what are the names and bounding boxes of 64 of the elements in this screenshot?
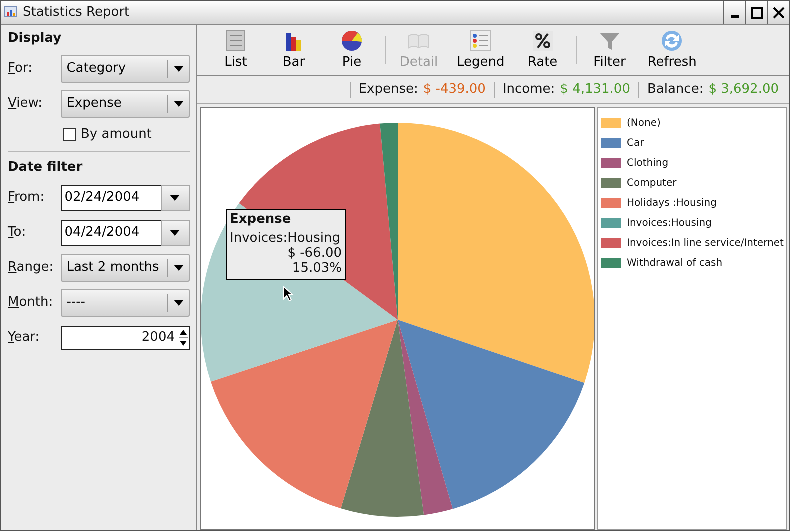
toolbar-button[interactable]: Legend bbox=[448, 28, 514, 72]
legend-label: Clothing bbox=[627, 158, 669, 168]
spin-arrows-icon bbox=[179, 328, 188, 348]
summary-value: $ 3,692.00 bbox=[708, 82, 779, 97]
minimize-icon bbox=[730, 14, 738, 18]
toolbar-button[interactable]: Refresh bbox=[638, 28, 706, 72]
filter-icon bbox=[598, 30, 621, 52]
summary-label: Expense: bbox=[358, 82, 418, 97]
summary-value: $ 4,131.00 bbox=[560, 82, 630, 97]
section-title: Display bbox=[8, 30, 63, 48]
summary-label: Income: bbox=[502, 82, 556, 97]
pie-chart-icon bbox=[341, 30, 363, 52]
window-title: Statistics Report bbox=[23, 5, 131, 20]
toolbar-button[interactable]: Filter bbox=[580, 28, 639, 72]
legend-label: Holidays :Housing bbox=[627, 198, 717, 208]
legend-label: Invoices:In line service/Internet bbox=[627, 238, 784, 248]
tooltip-amount: $ -66.00 bbox=[286, 246, 342, 261]
summary-label: Balance: bbox=[647, 82, 704, 97]
toolbar-button[interactable]: List bbox=[207, 28, 265, 72]
field-label: To: bbox=[8, 225, 28, 240]
field-label: Year: bbox=[8, 330, 41, 345]
tooltip-category: Invoices:Housing bbox=[230, 231, 342, 246]
dropdown-arrow-icon bbox=[174, 300, 184, 306]
summary-value: $ -439.00 bbox=[423, 82, 486, 97]
field-label: Month: bbox=[8, 295, 54, 310]
legend-label: Invoices:Housing bbox=[627, 218, 712, 228]
legend-label: Car bbox=[627, 138, 644, 148]
maximize-icon bbox=[750, 6, 762, 18]
date-field[interactable]: 02/24/2004 bbox=[60, 184, 161, 210]
field-label: For: bbox=[8, 61, 34, 76]
checkbox-label: By amount bbox=[81, 126, 152, 142]
for-dropdown[interactable]: Category bbox=[60, 54, 190, 82]
checkbox[interactable] bbox=[63, 128, 76, 140]
field-label: From: bbox=[8, 190, 46, 205]
list-icon bbox=[225, 30, 247, 52]
date-field[interactable]: 04/24/2004 bbox=[60, 220, 161, 246]
toolbar-button[interactable]: Bar bbox=[265, 28, 323, 72]
range-dropdown[interactable]: Last 2 months bbox=[60, 254, 190, 282]
percent-icon bbox=[532, 30, 554, 52]
calendar-dropdown-button[interactable] bbox=[160, 220, 190, 246]
chart-icon bbox=[4, 4, 20, 20]
field-label: Range: bbox=[8, 260, 55, 275]
dropdown-arrow-icon bbox=[174, 100, 184, 106]
mouse-cursor-icon bbox=[283, 286, 294, 302]
dropdown-arrow-icon bbox=[170, 230, 180, 236]
dropdown-arrow-icon bbox=[174, 66, 184, 72]
month-dropdown[interactable]: ---- bbox=[60, 288, 190, 316]
dropdown-arrow-icon bbox=[170, 194, 180, 200]
dropdown-arrow-icon bbox=[174, 264, 184, 270]
tooltip-title: Expense bbox=[230, 212, 292, 227]
calendar-dropdown-button[interactable] bbox=[160, 184, 190, 210]
legend-label: (None) bbox=[627, 118, 661, 128]
toolbar-button[interactable]: Pie bbox=[323, 28, 381, 72]
toolbar-button[interactable]: Rate bbox=[514, 28, 572, 72]
legend-label: Computer bbox=[627, 178, 677, 188]
legend-icon bbox=[470, 30, 492, 52]
section-title: Date filter bbox=[8, 159, 84, 177]
tooltip-percent: 15.03% bbox=[291, 261, 342, 276]
year-spin-field[interactable]: 2004 bbox=[60, 326, 190, 350]
close-icon bbox=[772, 6, 784, 18]
legend-label: Withdrawal of cash bbox=[627, 258, 723, 268]
refresh-icon bbox=[661, 30, 684, 52]
view-dropdown[interactable]: Expense bbox=[60, 90, 190, 118]
field-label: View: bbox=[8, 96, 44, 111]
